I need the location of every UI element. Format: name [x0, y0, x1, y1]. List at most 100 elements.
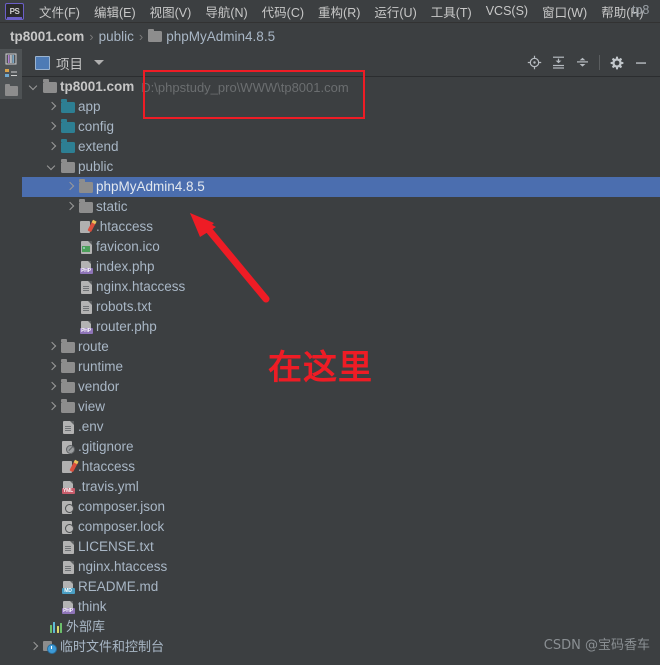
- php-file-icon: PHP: [76, 317, 96, 337]
- chevron-down-icon[interactable]: [46, 157, 58, 177]
- text-file-icon: [58, 537, 78, 557]
- breadcrumb-item-phpmyadmin[interactable]: phpMyAdmin4.8.5: [166, 29, 275, 44]
- tree-row-gitignore[interactable]: .gitignore: [22, 437, 660, 457]
- chevron-right-icon[interactable]: [46, 357, 58, 377]
- chevron-right-icon[interactable]: [64, 197, 76, 217]
- tree-toggle-placeholder: [46, 537, 58, 557]
- tree-row-readme-md[interactable]: MD README.md: [22, 577, 660, 597]
- project-title-group[interactable]: 项目: [22, 53, 104, 73]
- settings-gear-icon[interactable]: [606, 52, 628, 74]
- menu-view[interactable]: 视图(V): [143, 0, 199, 23]
- chevron-right-icon[interactable]: [46, 377, 58, 397]
- markdown-file-icon: MD: [58, 577, 78, 597]
- text-file-icon: [76, 297, 96, 317]
- tree-row-label: index.php: [96, 259, 155, 274]
- tree-row-app[interactable]: app: [22, 97, 660, 117]
- tree-row-index-php[interactable]: PHP index.php: [22, 257, 660, 277]
- menu-edit[interactable]: 编辑(E): [87, 0, 143, 23]
- tool-window-stripe: [0, 49, 23, 665]
- tree-row-travis-yml[interactable]: YML .travis.yml: [22, 477, 660, 497]
- text-file-icon: [58, 557, 78, 577]
- menu-tools[interactable]: 工具(T): [424, 0, 479, 23]
- breadcrumb-item-project[interactable]: tp8001.com: [10, 29, 84, 44]
- chevron-down-icon[interactable]: [28, 77, 40, 97]
- tree-row-label: runtime: [78, 359, 124, 374]
- tree-row-nginx-htaccess[interactable]: nginx.htaccess: [22, 557, 660, 577]
- tree-row-label: nginx.htaccess: [96, 279, 186, 294]
- folder-icon: [76, 197, 96, 217]
- tree-row-label: composer.lock: [78, 519, 165, 534]
- source-folder-icon: [58, 137, 78, 157]
- chevron-right-icon[interactable]: [46, 337, 58, 357]
- tree-row-label: .htaccess: [78, 459, 136, 474]
- toolbar-divider: [599, 55, 600, 70]
- chevron-right-icon[interactable]: [28, 637, 40, 657]
- menu-refactor[interactable]: 重构(R): [311, 0, 367, 23]
- tree-row-robots-txt[interactable]: robots.txt: [22, 297, 660, 317]
- tree-row-route[interactable]: route: [22, 337, 660, 357]
- menu-code[interactable]: 代码(C): [255, 0, 311, 23]
- chevron-right-icon[interactable]: [46, 97, 58, 117]
- tree-row-view[interactable]: view: [22, 397, 660, 417]
- tree-row-router-php[interactable]: PHP router.php: [22, 317, 660, 337]
- tree-toggle-placeholder: [64, 317, 76, 337]
- collapse-all-icon[interactable]: [571, 52, 593, 74]
- chevron-right-icon[interactable]: [46, 117, 58, 137]
- chevron-right-icon[interactable]: [46, 397, 58, 417]
- menu-file[interactable]: 文件(F): [32, 0, 87, 23]
- breadcrumb-item-public[interactable]: public: [99, 29, 134, 44]
- tree-row-runtime[interactable]: runtime: [22, 357, 660, 377]
- tree-row-license-txt[interactable]: LICENSE.txt: [22, 537, 660, 557]
- tree-row-composer-lock[interactable]: composer.lock: [22, 517, 660, 537]
- ps-app-icon[interactable]: PS: [5, 2, 24, 20]
- tree-row-config[interactable]: config: [22, 117, 660, 137]
- tree-row-composer-json[interactable]: composer.json: [22, 497, 660, 517]
- tree-row-label: think: [78, 599, 107, 614]
- menu-run[interactable]: 运行(U): [367, 0, 423, 23]
- stripe-tab-project[interactable]: [0, 49, 22, 99]
- tree-row-vendor[interactable]: vendor: [22, 377, 660, 397]
- tree-row-static[interactable]: static: [22, 197, 660, 217]
- hide-minimize-icon[interactable]: [630, 52, 652, 74]
- tree-row-nginx-htaccess[interactable]: nginx.htaccess: [22, 277, 660, 297]
- project-file-tree[interactable]: tp8001.com D:\phpstudy_pro\WWW\tp8001.com…: [22, 77, 660, 665]
- menu-navigate[interactable]: 导航(N): [198, 0, 254, 23]
- toolwindow-actions: [522, 52, 660, 74]
- breadcrumb-separator: ›: [138, 29, 144, 44]
- folder-icon: [58, 397, 78, 417]
- tree-row-phpmyadmin4-8-5[interactable]: phpMyAdmin4.8.5: [22, 177, 660, 197]
- project-title: 项目: [56, 56, 83, 72]
- tree-row-label: LICENSE.txt: [78, 539, 154, 554]
- folder-icon: [58, 337, 78, 357]
- chevron-right-icon[interactable]: [64, 177, 76, 197]
- menu-window[interactable]: 窗口(W): [535, 0, 594, 23]
- tree-row-label: composer.json: [78, 499, 166, 514]
- tree-toggle-placeholder: [28, 617, 40, 637]
- htaccess-file-icon: [76, 217, 97, 237]
- project-structure-icon: [5, 53, 17, 65]
- tree-row-favicon-ico[interactable]: favicon.ico: [22, 237, 660, 257]
- menu-vcs[interactable]: VCS(S): [479, 2, 535, 20]
- chevron-down-icon[interactable]: [94, 60, 104, 65]
- tree-row-label: static: [96, 199, 128, 214]
- tree-row-tp8001-com[interactable]: tp8001.com D:\phpstudy_pro\WWW\tp8001.com: [22, 77, 660, 97]
- chevron-right-icon[interactable]: [46, 137, 58, 157]
- folder-icon: [58, 157, 78, 177]
- htaccess-file-icon: [58, 457, 79, 477]
- tree-row-extend[interactable]: extend: [22, 137, 660, 157]
- tree-toggle-placeholder: [64, 277, 76, 297]
- expand-all-icon[interactable]: [547, 52, 569, 74]
- tree-row-htaccess[interactable]: .htaccess: [22, 217, 660, 237]
- locate-file-icon[interactable]: [523, 52, 545, 74]
- tree-row-label: 临时文件和控制台: [60, 639, 165, 654]
- tree-row-label: nginx.htaccess: [78, 559, 168, 574]
- watermark: CSDN @宝码香车: [543, 638, 650, 653]
- tree-toggle-placeholder: [46, 457, 58, 477]
- tree-row-htaccess[interactable]: .htaccess: [22, 457, 660, 477]
- yaml-file-icon: YML: [58, 477, 78, 497]
- tree-toggle-placeholder: [46, 437, 58, 457]
- tree-toggle-placeholder: [64, 237, 76, 257]
- tree-row-think[interactable]: PHP think: [22, 597, 660, 617]
- tree-row-public[interactable]: public: [22, 157, 660, 177]
- tree-row-env[interactable]: .env: [22, 417, 660, 437]
